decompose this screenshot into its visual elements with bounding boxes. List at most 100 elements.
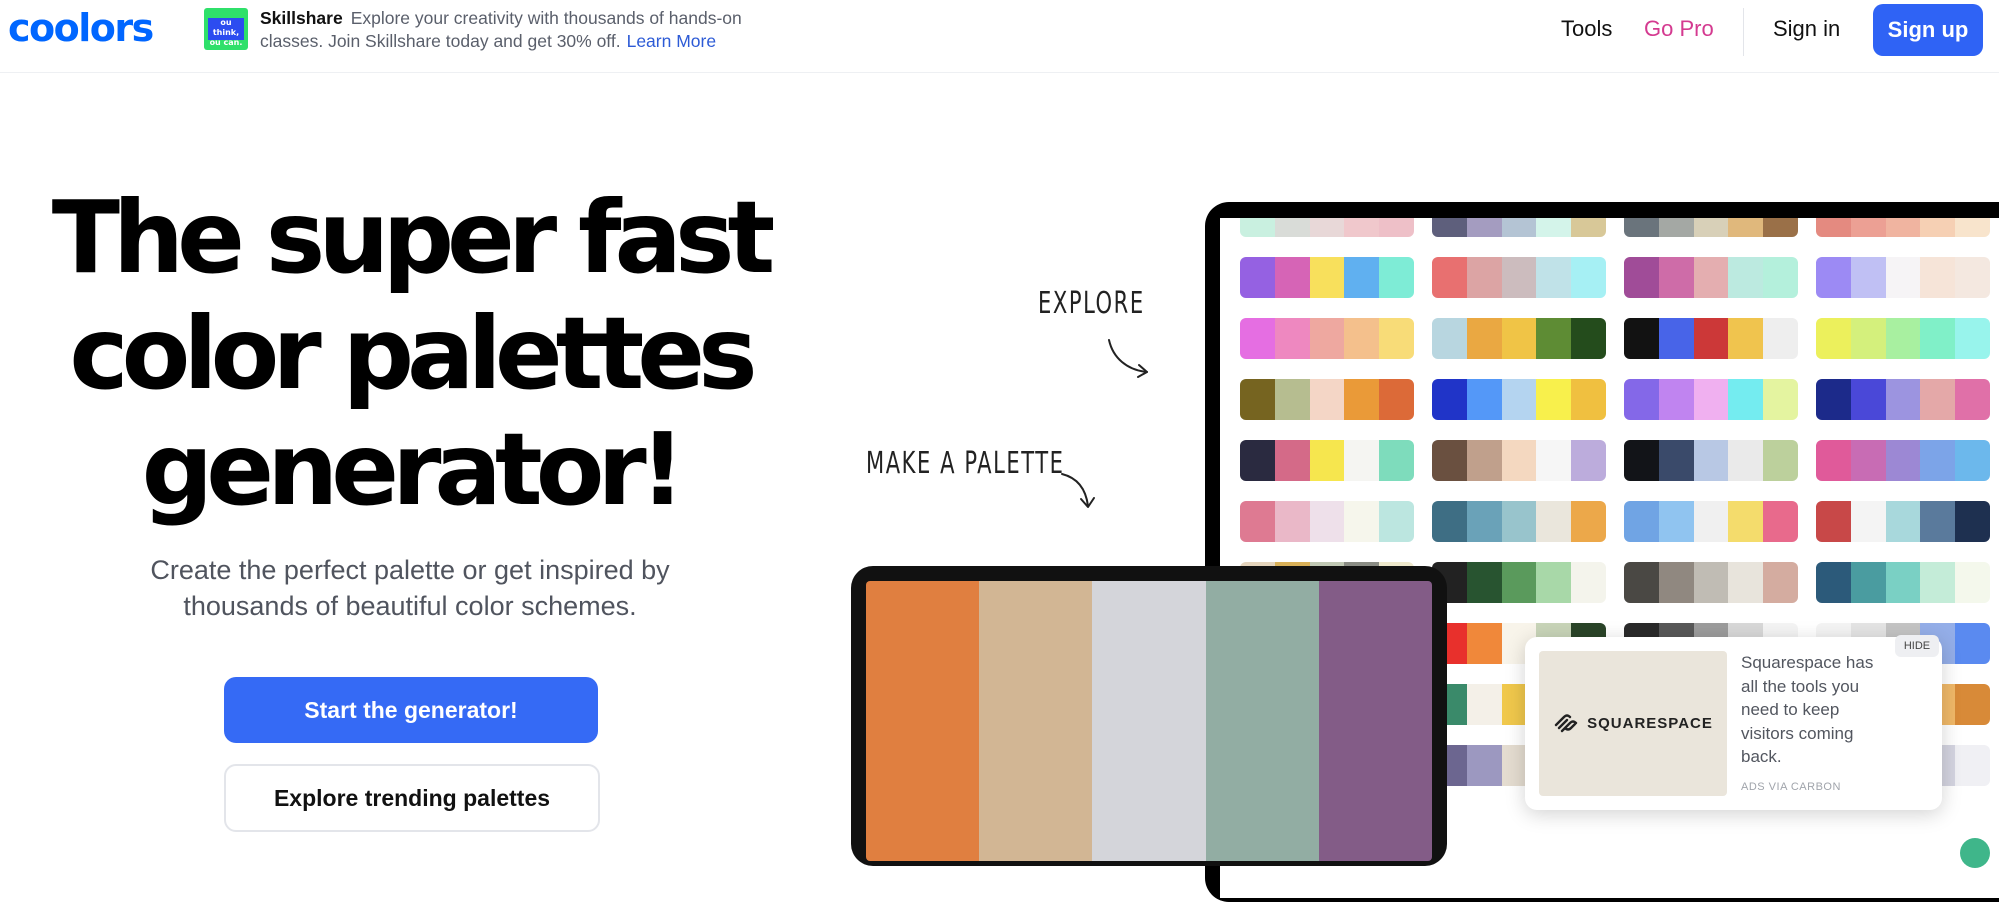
palette-swatch bbox=[1850, 318, 1886, 359]
mini-palette bbox=[1816, 440, 1990, 481]
skillshare-ad-image[interactable]: ou think, ou can. ye bbox=[204, 8, 248, 50]
palette-swatch bbox=[1432, 218, 1467, 237]
palette-swatch bbox=[1955, 218, 1990, 237]
palette-swatch bbox=[1274, 379, 1310, 420]
palette-swatch bbox=[1466, 745, 1502, 786]
palette-swatch bbox=[1816, 218, 1851, 237]
ads-via-carbon-link[interactable]: ADS VIA CARBON bbox=[1741, 781, 1841, 793]
palette-swatch bbox=[1501, 562, 1537, 603]
palette-swatch bbox=[1240, 257, 1275, 298]
squarespace-ad-image[interactable]: SQUARESPACE bbox=[1539, 651, 1727, 796]
mini-palette bbox=[1432, 318, 1606, 359]
palette-swatch bbox=[1274, 318, 1310, 359]
palette-swatch bbox=[1274, 218, 1310, 237]
make-palette-label: MAKE A PALETTE bbox=[866, 446, 1065, 481]
palette-swatch bbox=[1536, 562, 1572, 603]
palette-swatch bbox=[1885, 440, 1921, 481]
palette-swatch bbox=[1885, 318, 1921, 359]
top-nav: coolors ou think, ou can. ye SkillshareE… bbox=[0, 0, 1999, 73]
hero-title: The super fast color palettes generator! bbox=[0, 180, 820, 528]
palette-swatch bbox=[1920, 379, 1956, 420]
mini-palette bbox=[1624, 379, 1798, 420]
sign-up-button[interactable]: Sign up bbox=[1873, 4, 1983, 56]
palette-swatch bbox=[1466, 257, 1502, 298]
skillshare-ad[interactable]: Skillshare Explore your creativity with t… bbox=[260, 7, 800, 53]
squarespace-logo-icon bbox=[1554, 713, 1578, 732]
coolors-logo[interactable]: coolors bbox=[8, 6, 154, 50]
carbon-ad-text[interactable]: Squarespace has all the tools you need t… bbox=[1741, 651, 1891, 769]
ad-learn-more-link[interactable]: Learn More bbox=[627, 31, 717, 51]
palette-swatch bbox=[1501, 501, 1537, 542]
palette-swatch bbox=[1816, 379, 1851, 420]
palette-swatch bbox=[1728, 257, 1764, 298]
palette-swatch bbox=[1885, 379, 1921, 420]
mini-palette bbox=[1816, 318, 1990, 359]
mini-palette bbox=[1816, 562, 1990, 603]
palette-swatch bbox=[1885, 257, 1921, 298]
mini-palette bbox=[1624, 440, 1798, 481]
carbon-ad-card[interactable]: SQUARESPACE Squarespace has all the tool… bbox=[1525, 635, 1942, 810]
palette-swatch bbox=[1466, 218, 1502, 237]
mini-palette bbox=[1624, 257, 1798, 298]
explore-trending-button[interactable]: Explore trending palettes bbox=[224, 764, 600, 832]
palette-swatch bbox=[1571, 379, 1606, 420]
palette-swatch bbox=[1466, 501, 1502, 542]
palette-swatch bbox=[1466, 318, 1502, 359]
palette-swatch bbox=[1624, 501, 1659, 542]
palette-swatch bbox=[1624, 562, 1659, 603]
palette-swatch bbox=[1816, 440, 1851, 481]
explore-arrow-icon bbox=[1108, 339, 1148, 378]
palette-swatch bbox=[1240, 440, 1275, 481]
sign-in-link[interactable]: Sign in bbox=[1773, 16, 1840, 42]
palette-swatch bbox=[1920, 318, 1956, 359]
palette-swatch bbox=[1571, 440, 1606, 481]
palette-swatch bbox=[1763, 379, 1798, 420]
palette-swatch bbox=[1379, 257, 1414, 298]
palette-swatch bbox=[1344, 440, 1380, 481]
palette-swatch bbox=[1920, 257, 1956, 298]
palette-swatch bbox=[1920, 501, 1956, 542]
palette-swatch bbox=[1816, 318, 1851, 359]
palette-swatch bbox=[1816, 501, 1851, 542]
palette-swatch bbox=[1536, 440, 1572, 481]
palette-swatch bbox=[1571, 562, 1606, 603]
start-generator-button[interactable]: Start the generator! bbox=[224, 677, 598, 743]
palette-swatch bbox=[1658, 501, 1694, 542]
palette-swatch bbox=[1536, 318, 1572, 359]
palette-swatch bbox=[1920, 218, 1956, 237]
palette-swatch bbox=[1850, 562, 1886, 603]
palette-swatch bbox=[1728, 440, 1764, 481]
generator-color-column bbox=[979, 581, 1093, 861]
mini-palette bbox=[1816, 257, 1990, 298]
palette-swatch bbox=[1344, 318, 1380, 359]
palette-swatch bbox=[1501, 379, 1537, 420]
mini-palette bbox=[1624, 218, 1798, 237]
floating-action-icon[interactable] bbox=[1960, 838, 1990, 868]
palette-swatch bbox=[1763, 257, 1798, 298]
palette-swatch bbox=[1501, 218, 1537, 237]
palette-swatch bbox=[1885, 501, 1921, 542]
mini-palette bbox=[1432, 257, 1606, 298]
hide-ad-button[interactable]: HIDE bbox=[1895, 635, 1939, 657]
nav-divider bbox=[1743, 8, 1744, 56]
palette-swatch bbox=[1274, 440, 1310, 481]
palette-swatch bbox=[1240, 379, 1275, 420]
palette-swatch bbox=[1885, 562, 1921, 603]
palette-swatch bbox=[1571, 501, 1606, 542]
generator-color-column bbox=[866, 581, 980, 861]
palette-swatch bbox=[1658, 218, 1694, 237]
palette-swatch bbox=[1466, 562, 1502, 603]
nav-go-pro[interactable]: Go Pro bbox=[1644, 16, 1714, 42]
palette-swatch bbox=[1344, 218, 1380, 237]
palette-swatch bbox=[1763, 440, 1798, 481]
palette-swatch bbox=[1693, 218, 1729, 237]
palette-swatch bbox=[1571, 218, 1606, 237]
palette-swatch bbox=[1728, 379, 1764, 420]
mini-palette bbox=[1816, 379, 1990, 420]
hero-title-line-3: generator! bbox=[141, 411, 686, 528]
palette-swatch bbox=[1466, 379, 1502, 420]
nav-tools[interactable]: Tools bbox=[1561, 16, 1612, 42]
mini-palette bbox=[1432, 501, 1606, 542]
mini-palette bbox=[1624, 318, 1798, 359]
mini-palette bbox=[1240, 379, 1414, 420]
